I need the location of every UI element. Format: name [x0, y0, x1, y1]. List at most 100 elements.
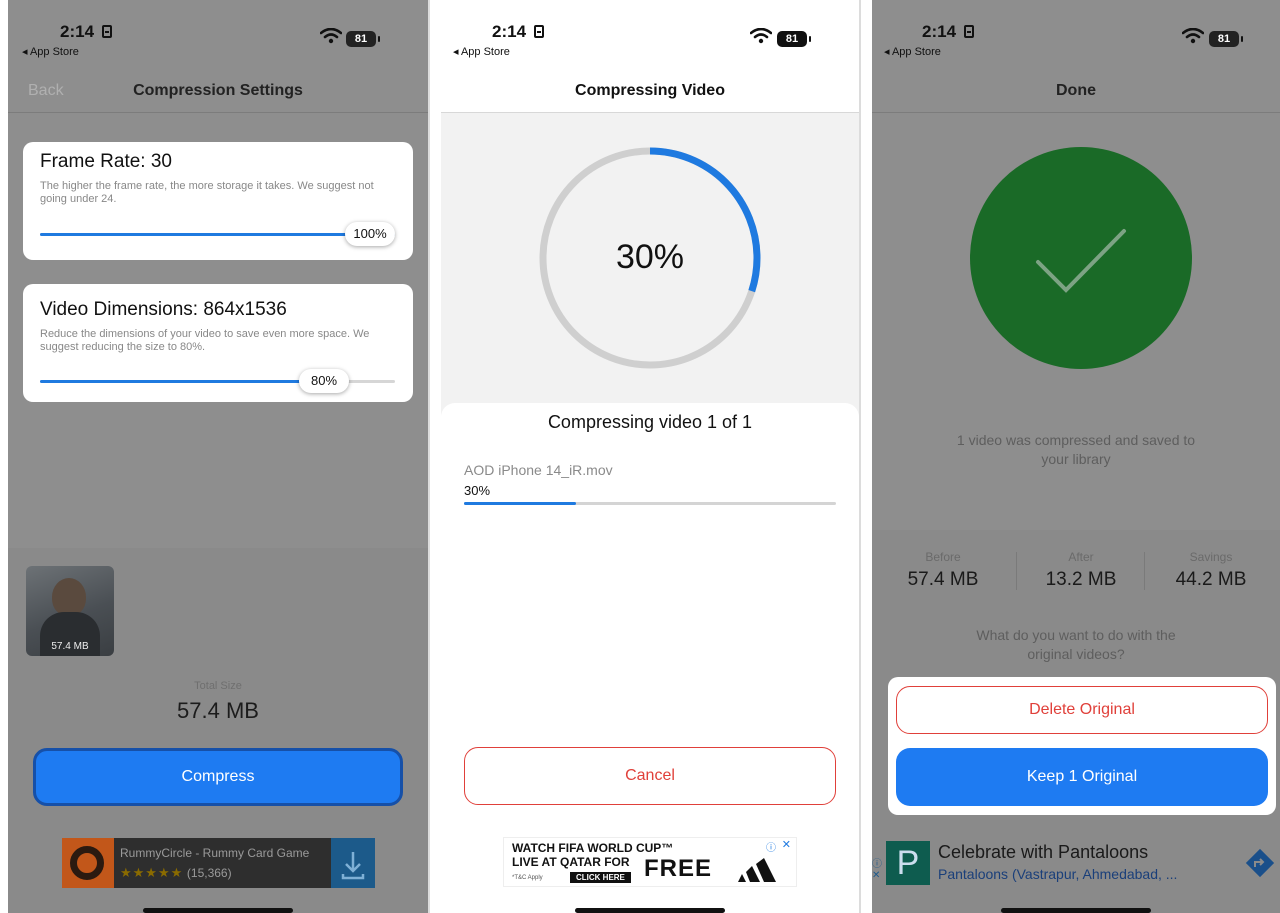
ad-subtitle: Pantaloons (Vastrapur, Ahmedabad, ...	[938, 866, 1178, 882]
ad-banner-fifa[interactable]: WATCH FIFA WORLD CUP™ LIVE AT QATAR FOR …	[503, 837, 797, 887]
video-dimensions-slider-thumb[interactable]: 80%	[299, 369, 349, 393]
progress-percent: 30%	[615, 238, 685, 276]
frame-rate-slider-thumb[interactable]: 100%	[345, 222, 395, 246]
video-dimensions-description: Reduce the dimensions of your video to s…	[40, 328, 370, 353]
download-icon[interactable]	[331, 838, 375, 888]
stat-before: Before 57.4 MB	[880, 550, 1006, 591]
compressing-video-screen: 2:14 ◂ App Store 81 Compressing Video 30…	[441, 0, 859, 913]
status-time-text: 2:14	[922, 22, 957, 41]
ad-title: RummyCircle - Rummy Card Game	[120, 846, 310, 860]
back-to-app-store-link[interactable]: ◂ App Store	[453, 45, 510, 58]
page-title: Compressing Video	[575, 82, 725, 99]
success-badge	[970, 147, 1192, 369]
rummycircle-logo-ring	[70, 846, 104, 880]
download-arrow-icon	[341, 852, 365, 880]
stat-divider	[1144, 552, 1145, 590]
sim-icon	[102, 25, 113, 38]
compress-button[interactable]: Compress	[33, 748, 403, 806]
adidas-logo-icon	[738, 858, 776, 882]
status-time: 2:14	[60, 22, 113, 42]
frame-rate-card: Frame Rate: 30 The higher the frame rate…	[23, 142, 413, 260]
status-time-text: 2:14	[492, 22, 527, 41]
thumbnail-size-label: 57.4 MB	[51, 641, 89, 652]
video-dimensions-slider-fill	[40, 380, 324, 383]
pantaloons-logo: P	[886, 841, 930, 885]
stat-after-label: After	[1068, 550, 1094, 564]
stat-before-label: Before	[925, 550, 961, 564]
frame-rate-title: Frame Rate: 30	[40, 151, 172, 172]
file-name: AOD iPhone 14_iR.mov	[464, 462, 613, 478]
battery-icon: 81	[346, 31, 380, 47]
divider	[872, 112, 1280, 113]
ad-info-icon[interactable]: ⓘ	[872, 855, 882, 870]
cancel-button[interactable]: Cancel	[464, 747, 836, 805]
divider	[8, 112, 428, 113]
thumbnail-person-head	[52, 578, 86, 616]
ad-tc: *T&C Apply	[512, 875, 543, 881]
back-to-app-store-link[interactable]: ◂ App Store	[22, 45, 79, 58]
stat-before-value: 57.4 MB	[907, 569, 979, 590]
stat-savings-value: 44.2 MB	[1175, 569, 1247, 590]
original-videos-question: What do you want to do with the original…	[976, 627, 1176, 662]
home-indicator	[1001, 908, 1151, 913]
file-progress-fill	[464, 502, 576, 505]
video-dimensions-slider[interactable]: 80%	[40, 369, 395, 393]
back-to-app-store-link[interactable]: ◂ App Store	[884, 45, 941, 58]
ad-cta-button[interactable]: CLICK HERE	[570, 872, 631, 883]
frame-rate-description: The higher the frame rate, the more stor…	[40, 180, 374, 205]
file-progress-bar	[464, 502, 836, 505]
checkmark-icon	[1036, 229, 1126, 293]
file-progress-percent: 30%	[464, 483, 491, 498]
ad-close-icon[interactable]: ✕	[872, 870, 880, 881]
panel-separator	[428, 0, 430, 913]
ad-title: Celebrate with Pantaloons	[938, 842, 1149, 862]
ad-banner-pantaloons[interactable]: ⓘ ✕ P Celebrate with Pantaloons Pantaloo…	[872, 837, 1280, 889]
sim-icon	[964, 25, 975, 38]
compression-settings-screen: 2:14 ◂ App Store 81 Back Compression Set…	[8, 0, 428, 913]
stat-after: After 13.2 MB	[1018, 550, 1144, 591]
wifi-icon	[320, 28, 342, 44]
status-time-text: 2:14	[60, 22, 95, 41]
compressing-heading: Compressing video 1 of 1	[547, 412, 753, 432]
wifi-icon	[750, 28, 772, 44]
sim-icon	[534, 25, 545, 38]
ad-rating: ★★★★★ (15,366)	[120, 865, 232, 881]
directions-icon[interactable]	[1244, 847, 1276, 879]
battery-icon: 81	[1209, 31, 1243, 47]
stat-after-value: 13.2 MB	[1045, 569, 1117, 590]
stat-divider	[1016, 552, 1017, 590]
action-card: Delete Original Keep 1 Original	[888, 677, 1276, 815]
ad-line-1: WATCH FIFA WORLD CUP™	[512, 841, 674, 855]
back-button[interactable]: Back	[28, 82, 64, 100]
rating-count: (15,366)	[186, 866, 232, 880]
video-dimensions-title: Video Dimensions: 864x1536	[40, 299, 287, 320]
ad-close-icon[interactable]: ✕	[782, 838, 791, 851]
stat-savings-label: Savings	[1189, 550, 1233, 564]
status-time: 2:14	[922, 22, 975, 42]
frame-rate-slider-fill	[40, 233, 395, 236]
video-thumbnail[interactable]: 57.4 MB	[26, 566, 114, 656]
rummycircle-logo	[62, 838, 114, 888]
total-size-value: 57.4 MB	[177, 698, 259, 723]
ad-info-icon[interactable]: ⓘ	[766, 839, 776, 854]
delete-original-button[interactable]: Delete Original	[896, 686, 1268, 734]
page-title: Done	[1056, 82, 1096, 99]
stats-row: Before 57.4 MB After 13.2 MB Savings 44.…	[872, 550, 1280, 600]
frame-rate-slider[interactable]: 100%	[40, 222, 395, 246]
divider	[441, 112, 859, 113]
total-size-label: Total Size	[194, 680, 242, 692]
success-message: 1 video was compressed and saved to your…	[956, 432, 1196, 467]
status-time: 2:14	[492, 22, 545, 42]
ad-line-2: LIVE AT QATAR FOR	[512, 855, 630, 869]
panel-separator	[859, 0, 861, 913]
video-dimensions-card: Video Dimensions: 864x1536 Reduce the di…	[23, 284, 413, 402]
rating-stars: ★★★★★	[120, 865, 184, 880]
home-indicator	[575, 908, 725, 913]
keep-original-button[interactable]: Keep 1 Original	[896, 748, 1268, 806]
ad-free-text: FREE	[644, 855, 713, 882]
stat-savings: Savings 44.2 MB	[1148, 550, 1274, 591]
compression-progress-sheet: Compressing video 1 of 1 AOD iPhone 14_i…	[441, 403, 859, 913]
ad-banner-rummycircle[interactable]: RummyCircle - Rummy Card Game ★★★★★ (15,…	[62, 838, 375, 888]
wifi-icon	[1182, 28, 1204, 44]
done-screen: 2:14 ◂ App Store 81 Done 1 video was com…	[872, 0, 1280, 913]
